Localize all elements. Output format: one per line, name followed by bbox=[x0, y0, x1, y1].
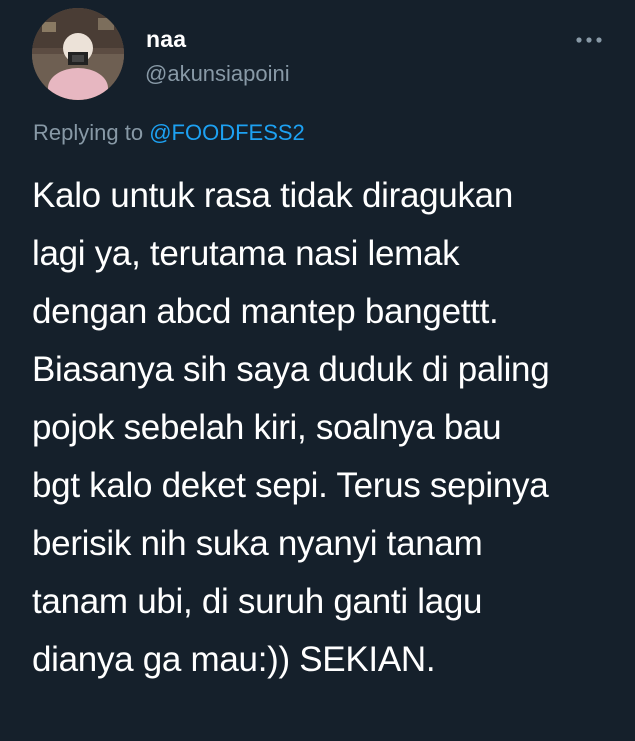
tweet-text: Kalo untuk rasa tidak diragukan lagi ya,… bbox=[32, 167, 622, 689]
tweet-text-line: pojok sebelah kiri, soalnya bau bbox=[32, 408, 502, 447]
tweet-text-line: bgt kalo deket sepi. Terus sepinya bbox=[32, 466, 549, 505]
replying-to: Replying to @FOODFESS2 bbox=[33, 120, 305, 146]
avatar-photo-icon bbox=[32, 8, 124, 100]
tweet-text-line: dianya ga mau:)) SEKIAN. bbox=[32, 640, 436, 679]
tweet-text-line: Biasanya sih saya duduk di paling bbox=[32, 350, 550, 389]
tweet-text-line: berisik nih suka nyanyi tanam bbox=[32, 524, 483, 563]
avatar[interactable] bbox=[32, 8, 124, 100]
display-name[interactable]: naa bbox=[146, 26, 186, 53]
tweet-text-line: Kalo untuk rasa tidak diragukan bbox=[32, 176, 514, 215]
user-handle[interactable]: @akunsiapoini bbox=[145, 61, 290, 87]
tweet-text-line: lagi ya, terutama nasi lemak bbox=[32, 234, 460, 273]
replying-to-prefix: Replying to bbox=[33, 120, 144, 145]
tweet-text-line: tanam ubi, di suruh ganti lagu bbox=[32, 582, 483, 621]
more-horizontal-icon[interactable] bbox=[572, 33, 606, 47]
tweet: naa @akunsiapoini Replying to @FOODFESS2… bbox=[0, 0, 635, 741]
replying-to-mention-link[interactable]: @FOODFESS2 bbox=[149, 120, 305, 145]
tweet-text-line: dengan abcd mantep bangettt. bbox=[32, 292, 499, 331]
